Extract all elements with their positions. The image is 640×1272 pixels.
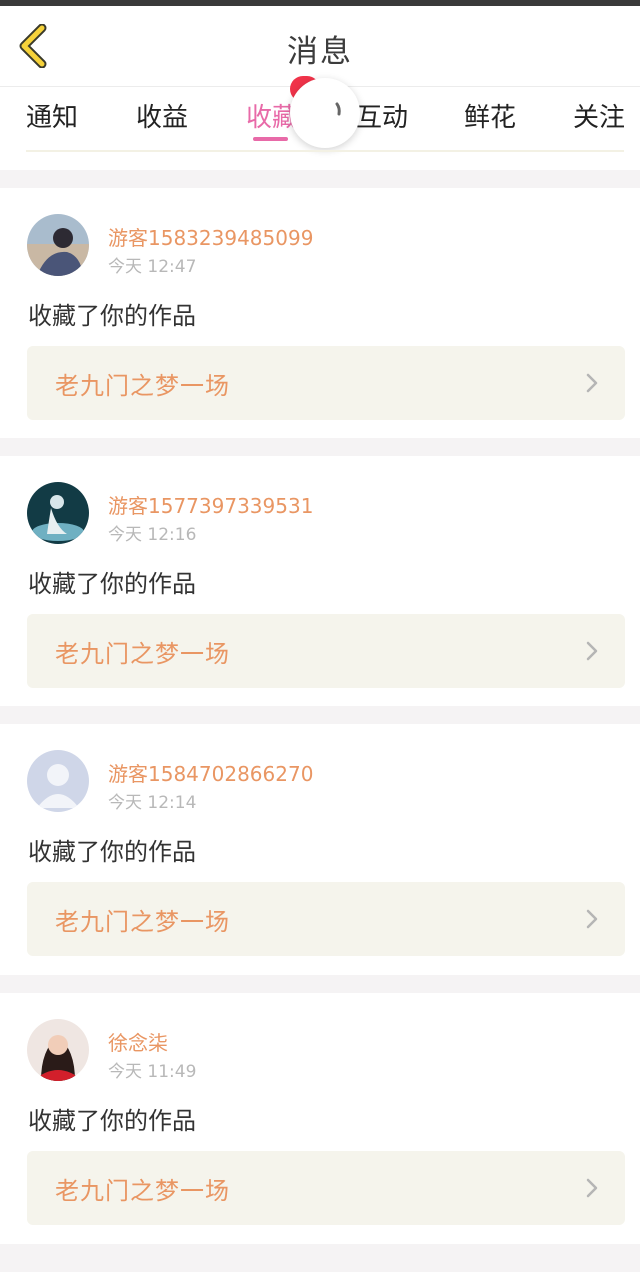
tab-notifications[interactable]: 通知 <box>26 97 78 134</box>
tab-follows[interactable]: 关注 <box>573 97 625 134</box>
avatar[interactable] <box>27 482 89 544</box>
user-name[interactable]: 徐念柒 <box>108 1027 168 1056</box>
message-time: 今天 12:16 <box>108 525 197 545</box>
header: 消息 <box>0 6 640 87</box>
message-item: 徐念柒 今天 11:49 收藏了你的作品 老九门之梦一场 <box>0 993 640 1243</box>
user-name[interactable]: 游客1584702866270 <box>108 758 313 787</box>
spinner-icon <box>335 102 341 116</box>
chevron-right-icon <box>586 1178 598 1198</box>
tab-divider <box>26 150 624 152</box>
message-item: 游客1577397339531 今天 12:16 收藏了你的作品 老九门之梦一场 <box>0 456 640 706</box>
chevron-right-icon <box>586 641 598 661</box>
avatar[interactable] <box>27 1019 89 1081</box>
section-gap <box>0 438 640 456</box>
message-text: 收藏了你的作品 <box>28 570 196 598</box>
tab-flowers[interactable]: 鲜花 <box>464 97 516 134</box>
work-title: 老九门之梦一场 <box>55 372 230 400</box>
active-tab-indicator <box>253 137 288 141</box>
tab-earnings[interactable]: 收益 <box>136 97 188 134</box>
section-gap <box>0 170 640 188</box>
work-link[interactable]: 老九门之梦一场 <box>27 614 625 688</box>
work-title: 老九门之梦一场 <box>55 640 230 668</box>
section-gap <box>0 975 640 993</box>
message-text: 收藏了你的作品 <box>28 838 196 866</box>
tab-interactions[interactable]: 互动 <box>356 97 408 134</box>
user-name[interactable]: 游客1577397339531 <box>108 490 313 519</box>
section-gap <box>0 1244 640 1272</box>
work-title: 老九门之梦一场 <box>55 1177 230 1205</box>
work-link[interactable]: 老九门之梦一场 <box>27 1151 625 1225</box>
page-title: 消息 <box>287 34 353 70</box>
avatar[interactable] <box>27 214 89 276</box>
work-link[interactable]: 老九门之梦一场 <box>27 346 625 420</box>
work-title: 老九门之梦一场 <box>55 908 230 936</box>
message-item: 游客1584702866270 今天 12:14 收藏了你的作品 老九门之梦一场 <box>0 724 640 974</box>
section-gap <box>0 706 640 724</box>
avatar[interactable] <box>27 750 89 812</box>
chevron-right-icon <box>586 909 598 929</box>
loading-spinner <box>290 78 360 148</box>
message-item: 游客1583239485099 今天 12:47 收藏了你的作品 老九门之梦一场 <box>0 188 640 438</box>
message-time: 今天 11:49 <box>108 1062 197 1082</box>
chevron-right-icon <box>586 373 598 393</box>
message-time: 今天 12:47 <box>108 257 197 277</box>
message-text: 收藏了你的作品 <box>28 302 196 330</box>
message-text: 收藏了你的作品 <box>28 1107 196 1135</box>
message-time: 今天 12:14 <box>108 793 197 813</box>
user-name[interactable]: 游客1583239485099 <box>108 222 313 251</box>
work-link[interactable]: 老九门之梦一场 <box>27 882 625 956</box>
